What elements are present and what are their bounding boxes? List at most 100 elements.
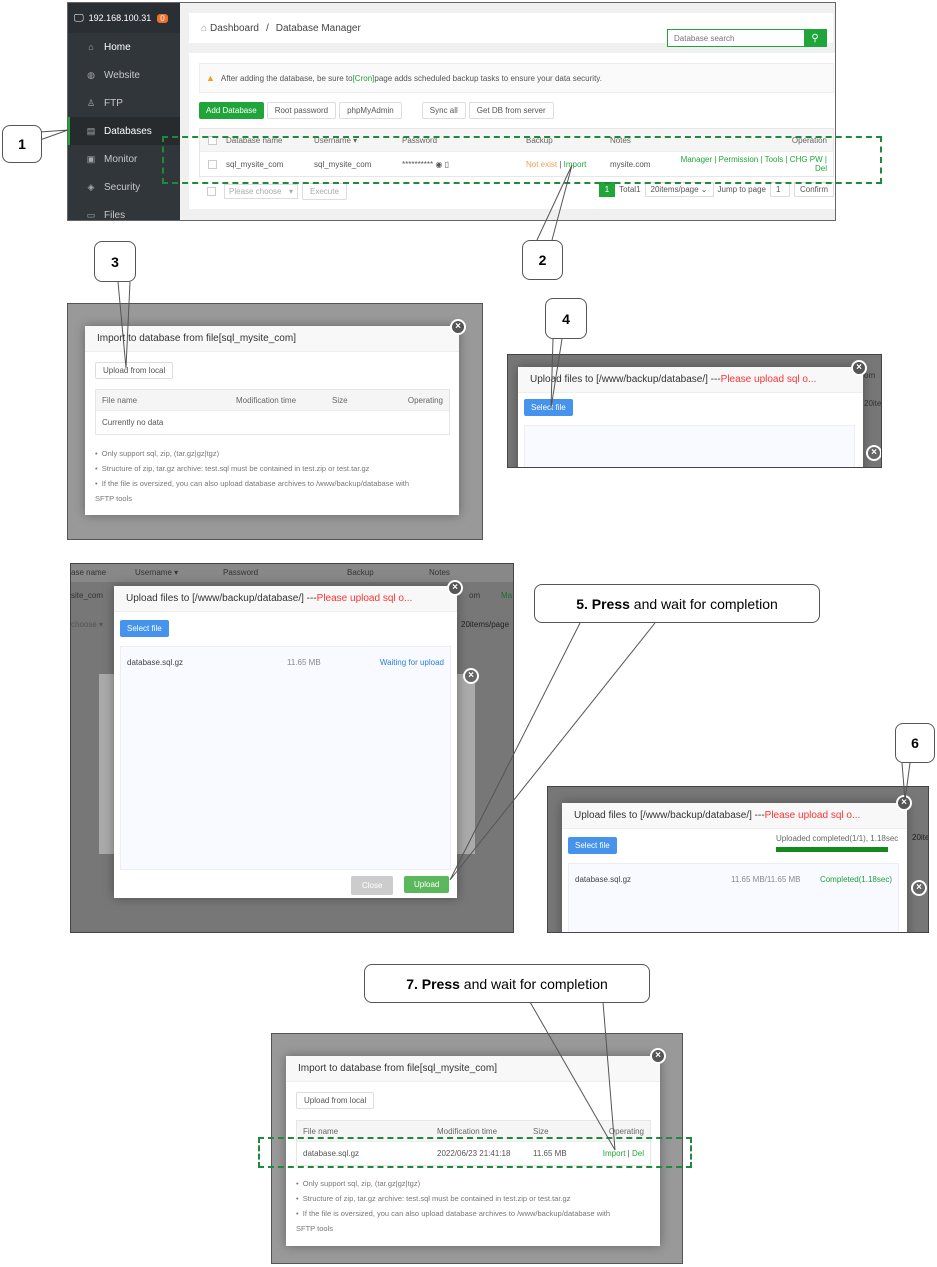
cron-link[interactable]: [Cron]: [353, 74, 375, 83]
note-item: • Only support sql, zip, (tar.gz|gz|tgz): [296, 1179, 421, 1188]
bg-text: 20ite: [864, 399, 882, 408]
bg-text: Notes: [429, 568, 450, 577]
close-icon[interactable]: ×: [650, 1048, 666, 1064]
file-size: 11.65 MB/11.65 MB: [731, 874, 801, 884]
col-modification-time: Modification time: [437, 1126, 498, 1136]
toolbar-divider: [405, 102, 419, 119]
upload-file-list: database.sql.gz 11.65 MB/11.65 MB Comple…: [568, 863, 899, 932]
breadcrumb-dashboard[interactable]: Dashboard: [210, 23, 259, 34]
globe-icon: ◍: [87, 69, 95, 80]
upload-status: Completed(1.18sec): [819, 874, 892, 884]
warning-text: After adding the database, be sure to: [220, 73, 353, 83]
phpmyadmin-button[interactable]: phpMyAdmin: [339, 102, 402, 119]
confirm-button[interactable]: Confirm: [793, 182, 834, 197]
per-page-select[interactable]: 20items/page ⌄: [644, 182, 714, 197]
callout-2: 2: [522, 240, 563, 280]
file-name: database.sql.gz: [575, 874, 632, 884]
note-item: SFTP tools: [296, 1224, 333, 1233]
bg-text: choose ▾: [71, 620, 104, 629]
close-icon[interactable]: ×: [851, 360, 867, 376]
execute-button[interactable]: Execute: [302, 182, 347, 200]
upload-file-list: database.sql.gz 11.65 MB Waiting for upl…: [120, 646, 451, 870]
callout-1: 1: [2, 125, 42, 163]
dialog-title: Import to database from file[sql_mysite_…: [85, 326, 459, 352]
server-header: 🖵 192.168.100.31 0: [68, 3, 180, 33]
upload-file-row: database.sql.gz 11.65 MB/11.65 MB Comple…: [569, 864, 898, 894]
database-icon: ▤: [86, 125, 96, 136]
callout-4: 4: [545, 298, 587, 339]
server-ip: 192.168.100.31: [88, 13, 152, 23]
upload-dialog: Upload files to [/www/backup/database/] …: [114, 586, 457, 898]
database-search-input[interactable]: [668, 30, 804, 46]
upload-file-row: database.sql.gz 11.65 MB Waiting for upl…: [121, 647, 450, 677]
highlight-import-row: [258, 1137, 692, 1168]
dialog-title: Upload files to [/www/backup/database/] …: [114, 586, 457, 612]
close-icon-background[interactable]: ×: [463, 668, 479, 684]
close-button[interactable]: Close: [351, 876, 394, 895]
import-dialog-screenshot: Import to database from file[sql_mysite_…: [67, 303, 483, 540]
per-page-value: 20items/page: [650, 185, 699, 194]
breadcrumb-separator: /: [265, 22, 269, 34]
sidebar-item-website[interactable]: ◍ Website: [68, 61, 180, 89]
close-icon[interactable]: ×: [447, 580, 463, 596]
file-name: database.sql.gz: [127, 657, 184, 667]
chevron-down-icon: ⌄: [700, 185, 708, 194]
notification-badge[interactable]: 0: [157, 13, 168, 23]
sidebar-item-files[interactable]: ▭ Files: [68, 201, 180, 221]
close-icon-background[interactable]: ×: [866, 445, 881, 461]
chevron-down-icon: ▾: [288, 186, 293, 196]
warning-icon: ▲: [206, 73, 215, 83]
sidebar-item-label: Databases: [104, 125, 152, 137]
jump-page-input[interactable]: 1: [769, 182, 790, 197]
batch-select[interactable]: Please choose ▾: [224, 183, 298, 199]
callout-6: 6: [895, 723, 935, 763]
search-button[interactable]: ⚲: [804, 30, 826, 46]
bg-text: 20items/page: [461, 620, 510, 629]
page-current[interactable]: 1: [598, 182, 616, 197]
bg-text: ase name: [71, 568, 107, 577]
database-manager-screenshot: 🖵 192.168.100.31 0 ⌂ Home ◍ Website ♙ FTP ▤…: [67, 2, 836, 221]
callout-3: 3: [94, 241, 136, 282]
close-icon[interactable]: ×: [450, 319, 466, 335]
upload-button[interactable]: Upload: [404, 876, 450, 893]
select-file-button[interactable]: Select file: [120, 620, 169, 637]
upload-from-local-button[interactable]: Upload from local: [95, 362, 174, 379]
notes-list: • Only support sql, zip, (tar.gz|gz|tgz)…: [95, 446, 409, 506]
footer-checkbox[interactable]: [207, 186, 216, 196]
sidebar-item-label: Monitor: [104, 153, 138, 165]
col-operating: Operating: [407, 395, 443, 405]
dialog-title-warning: Please upload sql o...: [316, 593, 413, 604]
sidebar-item-home[interactable]: ⌂ Home: [68, 33, 180, 61]
highlight-database-row: [162, 136, 882, 184]
sidebar-item-label: FTP: [104, 97, 123, 109]
callout-5-bold: 5. Press: [576, 595, 630, 612]
callout-5-text: and wait for completion: [629, 595, 778, 612]
select-file-button[interactable]: Select file: [568, 837, 617, 854]
root-password-button[interactable]: Root password: [266, 102, 337, 119]
sidebar-item-label: Home: [104, 41, 131, 53]
select-file-button[interactable]: Select file: [524, 399, 573, 416]
pointer-1: [39, 129, 69, 141]
batch-select-value: Please choose: [229, 186, 282, 196]
ftp-icon: ♙: [86, 97, 96, 108]
sync-all-button[interactable]: Sync all: [421, 102, 466, 119]
dialog-title-text: Upload files to [/www/backup/database/] …: [126, 593, 317, 604]
bg-text: Backup: [347, 568, 374, 577]
add-database-button[interactable]: Add Database: [199, 102, 264, 119]
close-icon[interactable]: ×: [896, 795, 912, 811]
upload-complete-screenshot: 20ite Upload files to [/www/backup/datab…: [547, 786, 929, 933]
dialog-title-text: Upload files to [/www/backup/database/] …: [574, 810, 765, 821]
file-table: File name Modification time Size Operati…: [95, 389, 450, 435]
main-area: ⌂ Dashboard / Database Manager ⚲ ▲ After…: [180, 3, 835, 220]
get-db-from-server-button[interactable]: Get DB from server: [468, 102, 554, 119]
col-operating: Operating: [608, 1126, 644, 1136]
upload-area[interactable]: [524, 425, 855, 467]
home-icon: ⌂: [88, 42, 94, 52]
close-icon-background[interactable]: ×: [911, 880, 927, 896]
sidebar-item-ftp[interactable]: ♙ FTP: [68, 89, 180, 117]
note-item: • Only support sql, zip, (tar.gz|gz|tgz): [95, 449, 220, 458]
upload-from-local-button[interactable]: Upload from local: [296, 1092, 375, 1109]
note-item: • Structure of zip, tar.gz archive: test…: [95, 464, 370, 473]
note-item: SFTP tools: [95, 494, 132, 503]
col-modification-time: Modification time: [236, 395, 297, 405]
